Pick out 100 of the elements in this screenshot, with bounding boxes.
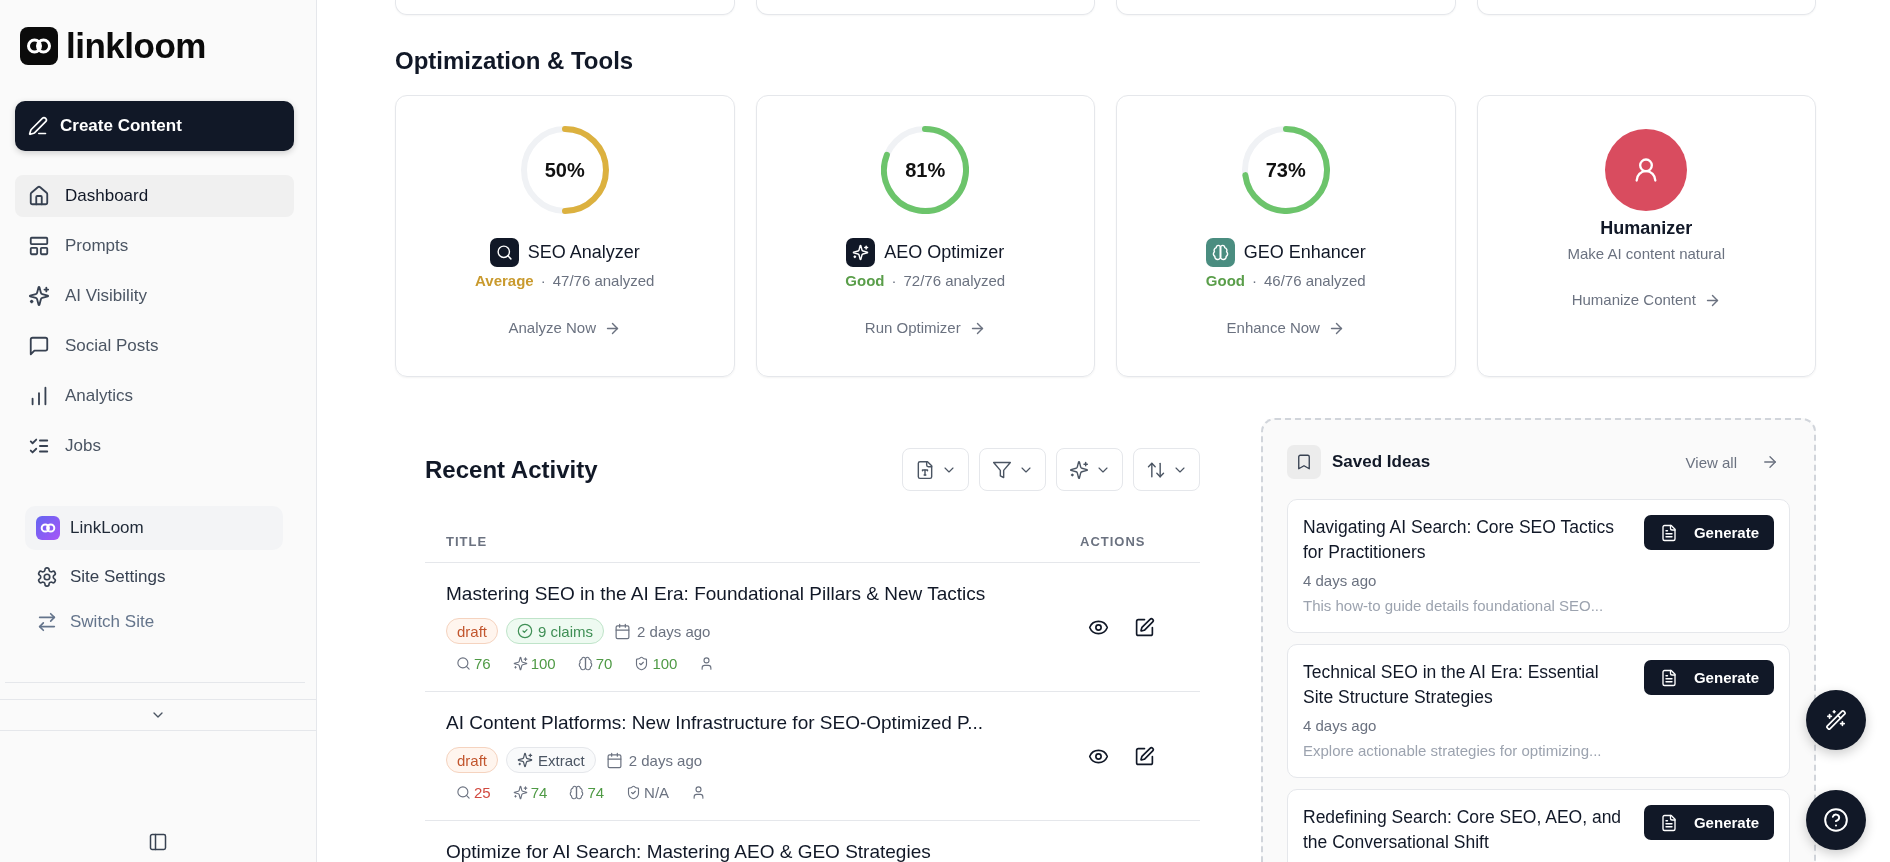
sparkles-icon — [517, 752, 533, 768]
sparkles-icon — [512, 784, 528, 800]
site-logo-icon — [36, 516, 60, 540]
edit-icon[interactable] — [1134, 745, 1155, 767]
score-value: 100 — [530, 654, 556, 672]
extract-button[interactable]: Extract — [506, 747, 596, 773]
tool-action-link[interactable]: Humanize Content — [1571, 291, 1721, 309]
nav-item[interactable]: Jobs — [15, 425, 294, 467]
filter-button[interactable] — [979, 448, 1046, 491]
nav-item[interactable]: Prompts — [15, 225, 294, 267]
idea-description: This how-to guide details foundational SEO... — [1303, 596, 1605, 616]
idea-title: Navigating AI Search: Core SEO Tactics for Practitioners — [1303, 516, 1615, 564]
magic-wand-button[interactable] — [1806, 690, 1866, 750]
chat-bubble-icon — [28, 335, 50, 357]
switch-site-link[interactable]: Switch Site — [25, 604, 283, 640]
score-value: 76 — [474, 654, 491, 672]
tool-name: AEO Optimizer — [884, 242, 1005, 263]
edit-icon[interactable] — [1134, 616, 1155, 638]
view-all-link[interactable]: View all — [1685, 453, 1779, 471]
status-label: Average — [475, 272, 534, 290]
status-badge: draft — [446, 618, 498, 644]
date-text: 2 days ago — [628, 751, 703, 769]
nav-item[interactable]: Analytics — [15, 375, 294, 417]
idea-title: Technical SEO in the AI Era: Essential Site Structure Strategies — [1303, 661, 1600, 709]
tool-action-link[interactable]: Run Optimizer — [864, 319, 986, 337]
analyzed-count: 47/76 analyzed — [552, 272, 655, 290]
search-icon — [456, 655, 471, 671]
person-icon — [699, 655, 715, 671]
pencil-icon — [28, 116, 48, 136]
type-filter-button[interactable] — [902, 448, 969, 491]
nav-item[interactable]: AI Visibility — [15, 275, 294, 317]
tool-action-link[interactable]: Enhance Now — [1226, 319, 1345, 337]
generate-button[interactable]: Generate — [1643, 515, 1774, 550]
score-percent: 81% — [905, 158, 946, 182]
brain-icon — [577, 655, 593, 671]
help-button[interactable] — [1806, 790, 1866, 850]
sort-button[interactable] — [1133, 448, 1200, 491]
swap-arrows-icon — [36, 611, 58, 633]
score-value: 74 — [587, 783, 605, 801]
separator-dot: · — [891, 272, 897, 290]
document-icon — [1659, 523, 1678, 542]
analyzed-count: 72/76 analyzed — [903, 272, 1006, 290]
score-percent: 50% — [544, 158, 585, 182]
date-text: 2 days ago — [637, 622, 711, 640]
claims-count: 9 claims — [538, 622, 594, 640]
sparkles-icon — [1068, 459, 1089, 480]
sparkles-icon — [512, 655, 528, 671]
site-settings-link[interactable]: Site Settings — [25, 559, 283, 595]
logo-wordmark: linkloom — [66, 27, 206, 65]
idea-title: Redefining Search: Core SEO, AEO, and the Conversational Shift — [1303, 806, 1623, 854]
home-icon — [28, 185, 50, 207]
calendar-icon — [614, 622, 632, 640]
row-title: Optimize for AI Search: Mastering AEO & GEO Strategies — [446, 840, 931, 862]
generate-button[interactable]: Generate — [1643, 805, 1774, 840]
shield-check-icon — [634, 655, 650, 671]
brain-icon — [569, 784, 585, 800]
section-heading: Recent Activity — [425, 456, 598, 483]
tool-action-link[interactable]: Analyze Now — [508, 319, 621, 337]
create-content-button[interactable]: Create Content — [15, 101, 294, 151]
document-icon — [1659, 813, 1678, 832]
status-badge: draft — [446, 747, 498, 773]
nav-item[interactable]: Social Posts — [15, 325, 294, 367]
score-value: 70 — [595, 654, 613, 672]
row-title: AI Content Platforms: New Infrastructure for SEO-Optimized P... — [446, 711, 984, 735]
person-icon — [691, 784, 707, 800]
arrow-right-icon — [1761, 453, 1779, 471]
idea-description: Explore actionable strategies for optimizing... — [1303, 741, 1603, 761]
nav-item[interactable]: Dashboard — [15, 175, 294, 217]
status-label: Good — [1205, 272, 1245, 290]
score-value: 100 — [652, 654, 678, 672]
separator-dot: · — [1251, 272, 1257, 290]
score-value: N/A — [644, 783, 670, 801]
bookmark-icon — [1287, 445, 1321, 479]
calendar-icon — [605, 751, 623, 769]
column-header: ACTIONS — [1080, 534, 1146, 549]
logo-icon — [20, 27, 58, 65]
tool-name: SEO Analyzer — [527, 242, 640, 263]
idea-date: 4 days ago — [1303, 571, 1378, 591]
site-header[interactable]: LinkLoom — [25, 506, 283, 550]
section-heading: Optimization & Tools — [395, 48, 634, 74]
sparkles-icon — [28, 285, 50, 307]
document-icon — [1659, 668, 1678, 687]
analyzed-count: 46/76 analyzed — [1263, 272, 1366, 290]
help-icon — [1823, 807, 1849, 833]
search-icon — [456, 784, 471, 800]
column-header: TITLE — [446, 534, 488, 549]
shield-check-icon — [626, 784, 642, 800]
site-name: LinkLoom — [70, 518, 144, 538]
tool-description: Make AI content natural — [1567, 245, 1726, 263]
tool-name: Humanizer — [1600, 218, 1693, 238]
magic-wand-icon — [1825, 709, 1847, 731]
sparkle-filter-button[interactable] — [1056, 448, 1123, 491]
sidebar-panel-icon[interactable] — [148, 832, 168, 852]
generate-button[interactable]: Generate — [1643, 660, 1774, 695]
idea-date: 4 days ago — [1303, 716, 1378, 736]
tool-name: GEO Enhancer — [1243, 242, 1366, 263]
filter-icon — [991, 459, 1012, 480]
score-value: 74 — [530, 783, 548, 801]
score-percent: 73% — [1265, 158, 1306, 182]
score-value: 25 — [474, 783, 491, 801]
